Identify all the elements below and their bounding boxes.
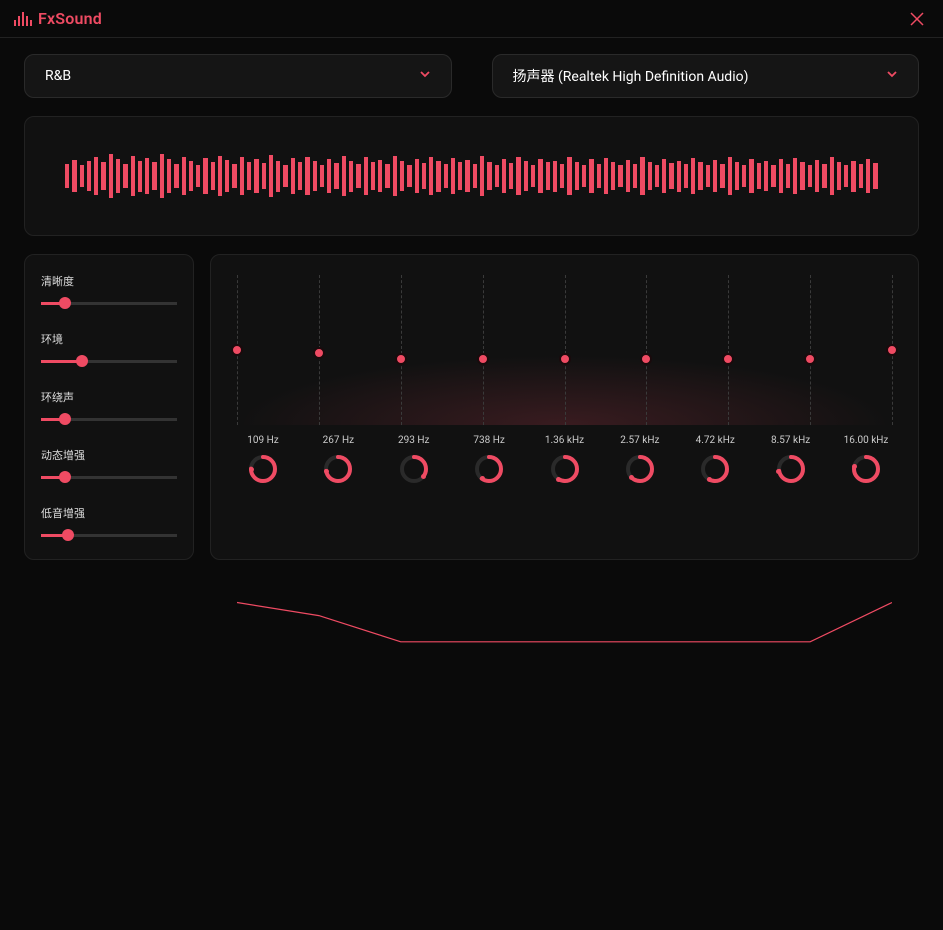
titlebar: FxSound — [0, 0, 943, 38]
slider-label: 清晰度 — [41, 273, 177, 289]
effect-slider: 低音增强 — [41, 505, 177, 541]
slider-label: 动态增强 — [41, 447, 177, 463]
logo-bars-icon — [14, 12, 32, 26]
eq-gridline — [483, 275, 484, 425]
eq-gain-knob[interactable] — [851, 454, 881, 484]
eq-gridline — [401, 275, 402, 425]
chevron-down-icon — [419, 68, 431, 84]
eq-gain-knob[interactable] — [550, 454, 580, 484]
knob-indicator-dot — [324, 469, 329, 474]
preset-selected-label: R&B — [45, 68, 71, 84]
knob-indicator-dot — [852, 464, 857, 469]
output-device-dropdown[interactable]: 扬声器 (Realtek High Definition Audio) — [492, 54, 920, 98]
effect-slider: 环境 — [41, 331, 177, 367]
eq-gridline — [646, 275, 647, 425]
eq-gridline — [728, 275, 729, 425]
eq-band-point[interactable] — [722, 353, 734, 365]
slider-track[interactable] — [41, 413, 177, 425]
equalizer-panel: 109 Hz267 Hz293 Hz738 Hz1.36 kHz2.57 kHz… — [210, 254, 919, 560]
eq-gain-knob[interactable] — [323, 454, 353, 484]
output-selected-label: 扬声器 (Realtek High Definition Audio) — [513, 66, 749, 86]
controls-row: 清晰度环境环绕声动态增强低音增强 109 Hz267 Hz293 Hz738 H… — [24, 254, 919, 560]
visualizer-panel — [24, 116, 919, 236]
eq-graph — [237, 275, 892, 425]
effect-slider: 环绕声 — [41, 389, 177, 425]
effect-slider: 动态增强 — [41, 447, 177, 483]
slider-label: 环绕声 — [41, 389, 177, 405]
knob-indicator-dot — [707, 477, 712, 482]
eq-band-point[interactable] — [886, 344, 898, 356]
eq-gain-knob[interactable] — [700, 454, 730, 484]
eq-band-point[interactable] — [313, 347, 325, 359]
eq-gain-knob[interactable] — [399, 454, 429, 484]
eq-gain-knob[interactable] — [248, 454, 278, 484]
eq-gridline — [565, 275, 566, 425]
eq-band-point[interactable] — [640, 353, 652, 365]
eq-gridline — [810, 275, 811, 425]
preset-dropdown[interactable]: R&B — [24, 54, 452, 98]
slider-thumb[interactable] — [59, 413, 71, 425]
knob-indicator-dot — [421, 474, 426, 479]
slider-track[interactable] — [41, 355, 177, 367]
slider-track[interactable] — [41, 471, 177, 483]
eq-gain-knob[interactable] — [776, 454, 806, 484]
app-body: R&B 扬声器 (Realtek High Definition Audio) … — [0, 38, 943, 576]
visualizer-bars — [65, 145, 878, 207]
slider-label: 环境 — [41, 331, 177, 347]
knob-indicator-dot — [249, 467, 254, 472]
slider-thumb[interactable] — [76, 355, 88, 367]
slider-thumb[interactable] — [59, 471, 71, 483]
slider-thumb[interactable] — [62, 529, 74, 541]
eq-band-point[interactable] — [395, 353, 407, 365]
close-button[interactable] — [905, 7, 929, 31]
slider-track[interactable] — [41, 297, 177, 309]
eq-band-point[interactable] — [559, 353, 571, 365]
eq-band-point[interactable] — [477, 353, 489, 365]
app-logo: FxSound — [14, 9, 102, 28]
eq-band-point[interactable] — [804, 353, 816, 365]
slider-label: 低音增强 — [41, 505, 177, 521]
close-icon — [910, 12, 924, 26]
effect-sliders-panel: 清晰度环境环绕声动态增强低音增强 — [24, 254, 194, 560]
selector-row: R&B 扬声器 (Realtek High Definition Audio) — [24, 54, 919, 98]
slider-track[interactable] — [41, 529, 177, 541]
chevron-down-icon — [886, 68, 898, 84]
eq-band-point[interactable] — [231, 344, 243, 356]
effect-slider: 清晰度 — [41, 273, 177, 309]
app-name: FxSound — [38, 9, 102, 28]
knob-indicator-dot — [480, 476, 485, 481]
slider-thumb[interactable] — [59, 297, 71, 309]
eq-gain-knob[interactable] — [474, 454, 504, 484]
eq-gain-knob[interactable] — [625, 454, 655, 484]
